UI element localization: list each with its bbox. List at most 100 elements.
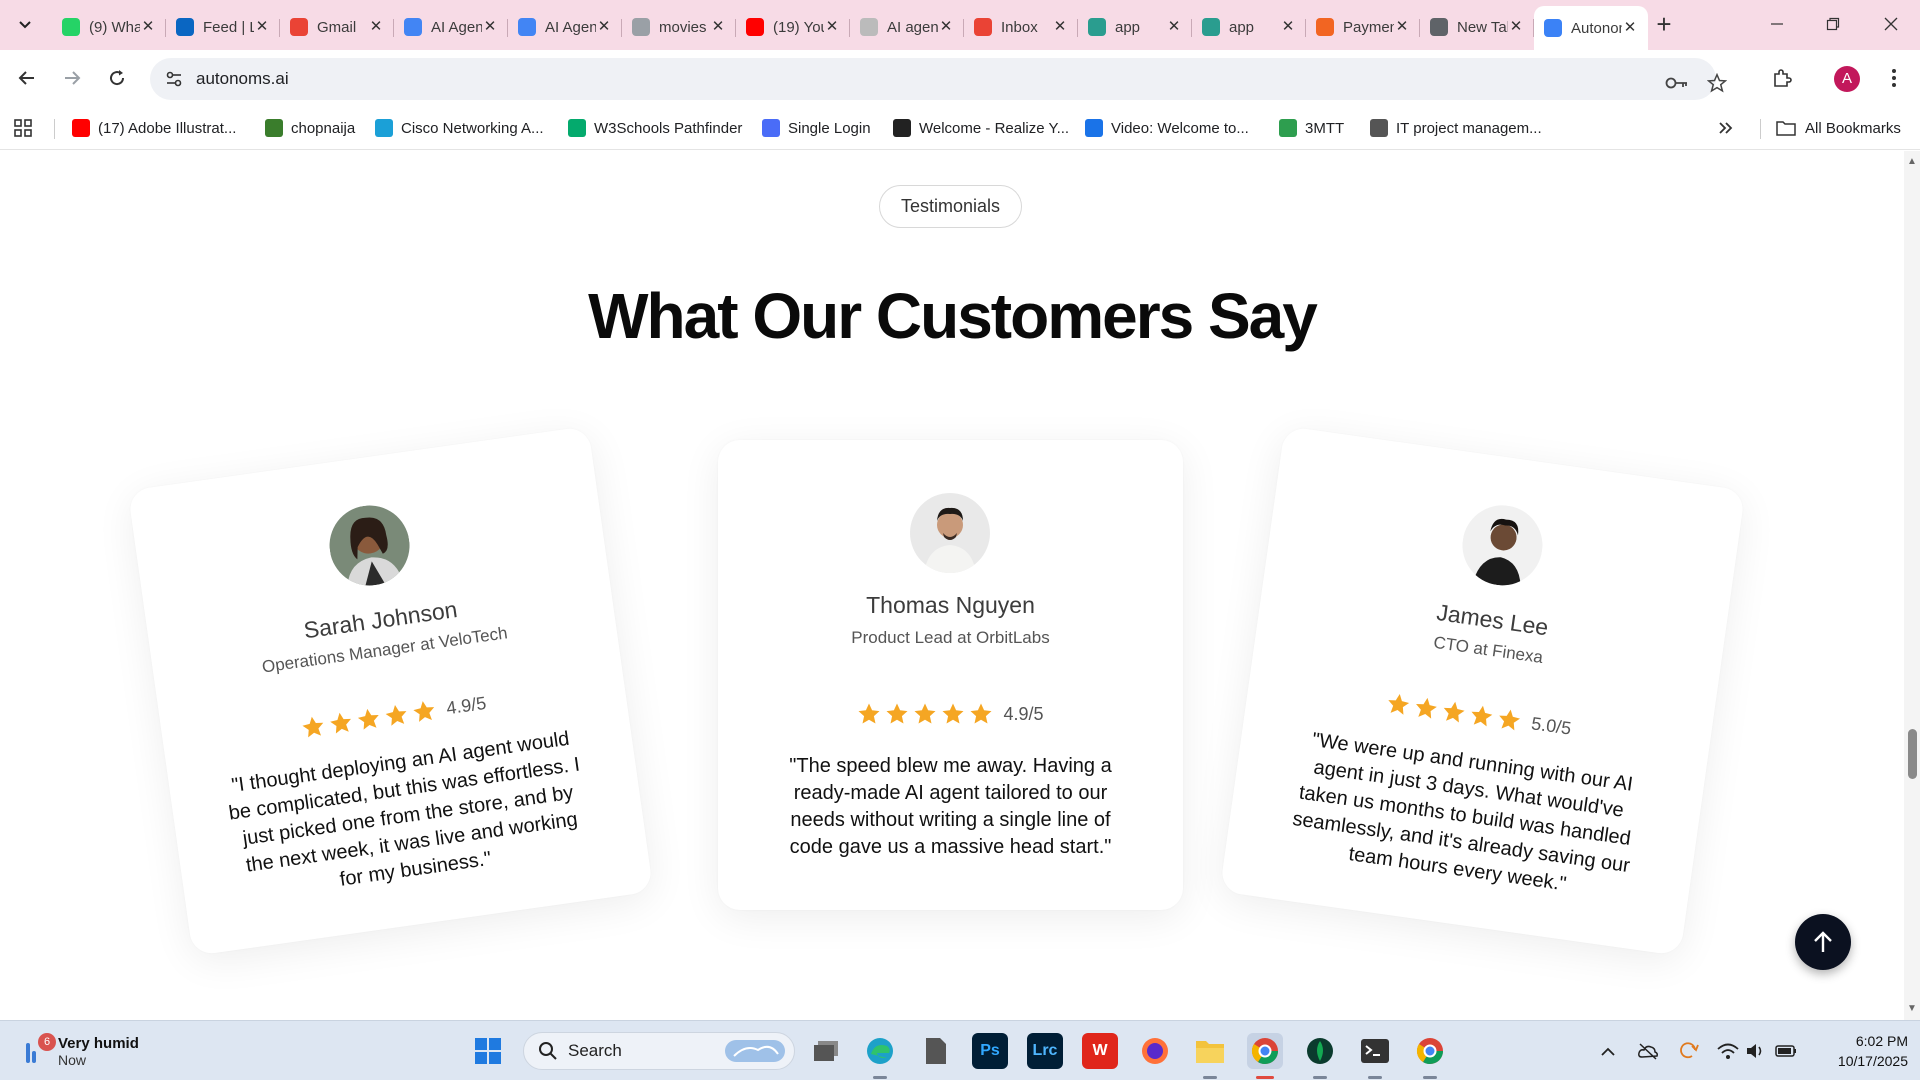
openai-icon bbox=[860, 18, 878, 36]
firefox-icon[interactable] bbox=[1137, 1033, 1173, 1069]
bookmark-item[interactable]: Video: Welcome to... bbox=[1085, 116, 1249, 140]
scroll-to-top-button[interactable] bbox=[1795, 914, 1851, 970]
utensils-icon bbox=[265, 119, 283, 137]
star-icon bbox=[1444, 701, 1466, 723]
close-tab-icon[interactable]: ✕ bbox=[140, 19, 156, 35]
close-tab-icon[interactable]: ✕ bbox=[368, 19, 384, 35]
start-button[interactable] bbox=[470, 1033, 506, 1069]
scroll-down-arrow[interactable]: ▼ bbox=[1907, 1004, 1917, 1014]
mongodb-compass-icon[interactable] bbox=[1302, 1033, 1338, 1069]
battery-icon[interactable] bbox=[1774, 1039, 1798, 1063]
volume-icon[interactable] bbox=[1744, 1039, 1768, 1063]
photoshop-icon[interactable]: Ps bbox=[972, 1033, 1008, 1069]
file-explorer-icon[interactable] bbox=[1192, 1033, 1228, 1069]
bookmark-item[interactable]: Welcome - Realize Y... bbox=[893, 116, 1069, 140]
globe-icon bbox=[632, 18, 650, 36]
testimonial-quote: "We were up and running with our AI agen… bbox=[1291, 728, 1635, 896]
chrome-profile-icon[interactable] bbox=[1247, 1033, 1283, 1069]
browser-tab[interactable]: New Tab✕ bbox=[1420, 8, 1534, 46]
task-view-icon[interactable] bbox=[808, 1033, 844, 1069]
section-pill: Testimonials bbox=[879, 185, 1022, 228]
scroll-up-arrow[interactable]: ▲ bbox=[1907, 157, 1917, 167]
browser-tab[interactable]: app ✕ bbox=[1078, 8, 1192, 46]
tab-title: Payments bbox=[1343, 18, 1394, 36]
bookmark-item[interactable]: 3MTT bbox=[1279, 116, 1344, 140]
docs-icon bbox=[404, 18, 422, 36]
close-tab-icon[interactable]: ✕ bbox=[254, 19, 270, 35]
back-button[interactable] bbox=[11, 62, 43, 94]
close-tab-icon[interactable]: ✕ bbox=[596, 19, 612, 35]
browser-tab[interactable]: Feed | LinkedIn✕ bbox=[166, 8, 280, 46]
page-scrollbar[interactable]: ▲ ▼ bbox=[1904, 151, 1920, 1020]
chevron-up-icon[interactable] bbox=[1596, 1039, 1620, 1063]
close-window-button[interactable] bbox=[1868, 8, 1914, 40]
browser-tab[interactable]: Gmail ✕ bbox=[280, 8, 394, 46]
bookmark-label: Single Login bbox=[788, 119, 871, 137]
scrollbar-thumb[interactable] bbox=[1908, 729, 1917, 779]
close-tab-icon[interactable]: ✕ bbox=[710, 19, 726, 35]
file-icon[interactable] bbox=[918, 1033, 954, 1069]
close-tab-icon[interactable]: ✕ bbox=[1052, 19, 1068, 35]
wps-office-icon[interactable]: W bbox=[1082, 1033, 1118, 1069]
bookmark-item[interactable]: (17) Adobe Illustrat... bbox=[72, 116, 236, 140]
weather-widget[interactable]: 6 Very humid Now bbox=[22, 1031, 139, 1071]
extensions-button[interactable] bbox=[1766, 62, 1798, 94]
address-bar[interactable]: autonoms.ai bbox=[150, 58, 1727, 100]
close-tab-icon[interactable]: ✕ bbox=[938, 19, 954, 35]
tab-list: (9) WhatsApp✕Feed | LinkedIn✕Gmail✕AI Ag… bbox=[52, 6, 1648, 50]
minimize-button[interactable] bbox=[1754, 8, 1800, 40]
close-tab-icon[interactable]: ✕ bbox=[1622, 20, 1638, 36]
reload-button[interactable] bbox=[101, 62, 133, 94]
profile-avatar[interactable]: A bbox=[1834, 66, 1860, 92]
browser-tab[interactable]: AI Agents doc✕ bbox=[394, 8, 508, 46]
all-bookmarks-button[interactable]: All Bookmarks bbox=[1776, 116, 1901, 140]
taskbar-search[interactable]: Search bbox=[523, 1032, 795, 1070]
system-clock[interactable]: 6:02 PM 10/17/2025 bbox=[1808, 1031, 1908, 1071]
chrome-icon[interactable] bbox=[1412, 1033, 1448, 1069]
close-tab-icon[interactable]: ✕ bbox=[482, 19, 498, 35]
close-tab-icon[interactable]: ✕ bbox=[824, 19, 840, 35]
star-rating bbox=[857, 702, 993, 726]
bookmark-item[interactable]: W3Schools Pathfinder bbox=[568, 116, 742, 140]
cloud-off-icon[interactable] bbox=[1636, 1039, 1660, 1063]
close-tab-icon[interactable]: ✕ bbox=[1166, 19, 1182, 35]
star-icon bbox=[302, 716, 324, 738]
browser-tab[interactable]: Inbox ✕ bbox=[964, 8, 1078, 46]
bookmark-item[interactable]: IT project managem... bbox=[1370, 116, 1542, 140]
site-info-icon[interactable] bbox=[164, 69, 184, 89]
bookmark-item[interactable]: chopnaija bbox=[265, 116, 355, 140]
new-tab-button[interactable]: + bbox=[1648, 10, 1680, 40]
windows-taskbar: 6 Very humid Now Search Ps Lrc W 6:02 PM… bbox=[0, 1020, 1920, 1080]
browser-menu-button[interactable] bbox=[1878, 62, 1910, 94]
terminal-icon[interactable] bbox=[1357, 1033, 1393, 1069]
browser-tab[interactable]: movies ✕ bbox=[622, 8, 736, 46]
browser-tab[interactable]: app ✕ bbox=[1192, 8, 1306, 46]
browser-tab[interactable]: Autonoms✕ bbox=[1534, 6, 1648, 50]
wifi-icon[interactable] bbox=[1716, 1039, 1740, 1063]
browser-tab[interactable]: Payments✕ bbox=[1306, 8, 1420, 46]
restore-button[interactable] bbox=[1810, 8, 1856, 40]
sync-icon[interactable] bbox=[1676, 1039, 1700, 1063]
browser-tab[interactable]: (9) WhatsApp✕ bbox=[52, 8, 166, 46]
edge-browser-icon[interactable] bbox=[862, 1033, 898, 1069]
close-tab-icon[interactable]: ✕ bbox=[1508, 19, 1524, 35]
folder-icon bbox=[1776, 121, 1796, 136]
forward-button[interactable] bbox=[56, 62, 88, 94]
lightroom-classic-icon[interactable]: Lrc bbox=[1027, 1033, 1063, 1069]
url-text[interactable]: autonoms.ai bbox=[196, 69, 289, 89]
password-key-button[interactable] bbox=[1662, 68, 1692, 98]
browser-tab[interactable]: AI agents✕ bbox=[850, 8, 964, 46]
app-icon bbox=[1088, 18, 1106, 36]
browser-tab[interactable]: (19) YouTube✕ bbox=[736, 8, 850, 46]
more-bookmarks-button[interactable] bbox=[1718, 116, 1734, 140]
close-tab-icon[interactable]: ✕ bbox=[1280, 19, 1296, 35]
close-tab-icon[interactable]: ✕ bbox=[1394, 19, 1410, 35]
star-icon bbox=[886, 703, 908, 724]
tab-search-button[interactable] bbox=[7, 10, 43, 40]
bookmark-item[interactable]: Cisco Networking A... bbox=[375, 116, 544, 140]
browser-tab[interactable]: AI Agents doc 2✕ bbox=[508, 8, 622, 46]
apps-button[interactable] bbox=[14, 116, 32, 140]
bookmark-item[interactable]: Single Login bbox=[762, 116, 871, 140]
bookmark-star-button[interactable] bbox=[1702, 68, 1732, 98]
arrow-left-icon bbox=[18, 71, 34, 85]
